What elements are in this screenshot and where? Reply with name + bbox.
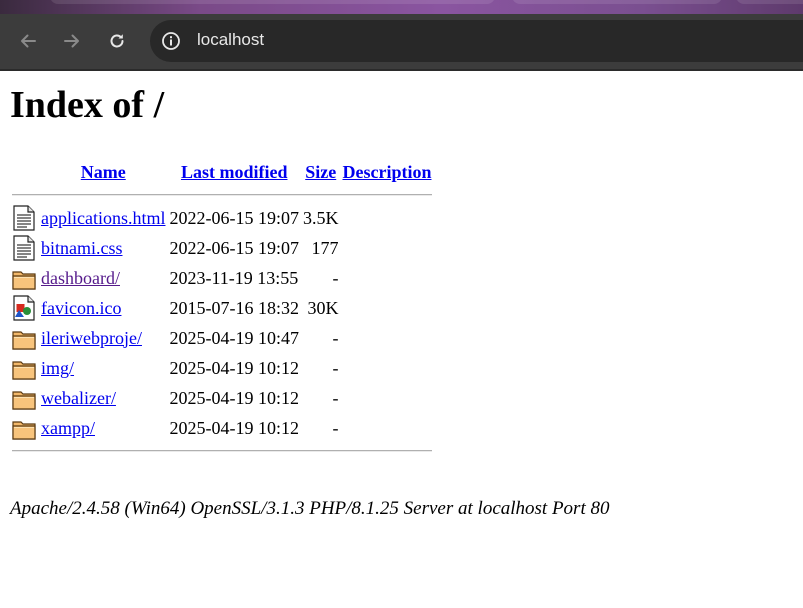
table-row: bitnami.css 2022-06-15 19:07 177 — [12, 234, 432, 262]
file-link[interactable]: dashboard/ — [41, 268, 120, 288]
table-row: dashboard/2023-11-19 13:55 - — [12, 264, 432, 292]
row-modified-cell: 2023-11-19 13:55 — [169, 267, 299, 288]
separator-row — [12, 188, 433, 202]
row-icon-cell — [12, 384, 38, 412]
reload-button[interactable] — [102, 26, 132, 56]
file-link[interactable]: xampp/ — [41, 418, 95, 438]
row-size-cell: - — [332, 417, 339, 438]
table-row: img/2025-04-19 10:12 - — [12, 354, 432, 382]
row-modified-cell: 2022-06-15 19:07 — [169, 237, 299, 258]
file-link[interactable]: img/ — [41, 358, 74, 378]
row-description-cell — [341, 234, 432, 262]
folder-icon — [12, 391, 36, 410]
row-modified-cell: 2015-07-16 18:32 — [169, 297, 299, 318]
row-size-cell: - — [332, 327, 339, 348]
row-description-cell — [341, 324, 432, 352]
row-description-cell — [341, 264, 432, 292]
row-size-cell: - — [332, 357, 339, 378]
arrow-left-icon — [21, 34, 36, 48]
text-file-icon — [13, 205, 35, 231]
row-description-cell — [341, 384, 432, 412]
image-file-icon — [13, 295, 35, 321]
file-link[interactable]: webalizer/ — [41, 388, 116, 408]
table-row: favicon.ico 2015-07-16 18:32 30K — [12, 294, 432, 322]
row-size-cell: - — [332, 387, 339, 408]
file-link[interactable]: ileriwebproje/ — [41, 328, 142, 348]
row-modified-cell: 2025-04-19 10:12 — [169, 387, 299, 408]
row-icon-cell — [12, 294, 38, 322]
info-icon[interactable] — [161, 31, 181, 51]
row-description-cell — [341, 354, 432, 382]
icon-column-header — [12, 158, 38, 186]
row-icon-cell — [12, 414, 38, 442]
row-modified-cell: 2025-04-19 10:12 — [169, 357, 299, 378]
file-link[interactable]: applications.html — [41, 208, 165, 228]
row-name-cell: favicon.ico — [40, 294, 166, 322]
divider — [12, 450, 433, 452]
server-signature: Apache/2.4.58 (Win64) OpenSSL/3.1.3 PHP/… — [10, 498, 610, 519]
browser-toolbar: localhost — [0, 14, 803, 70]
row-size-cell: 30K — [307, 297, 339, 318]
row-icon-cell — [12, 264, 38, 292]
row-icon-cell — [12, 204, 38, 232]
separator-row — [12, 444, 433, 458]
row-modified-cell: 2025-04-19 10:12 — [169, 417, 299, 438]
sort-by-modified-link[interactable]: Last modified — [181, 162, 288, 182]
row-size-cell: 3.5K — [302, 207, 339, 228]
modified-column-header: Last modified — [168, 158, 300, 186]
text-file-icon — [13, 235, 35, 261]
page-content: Index of / Name Last modified Size Descr… — [0, 71, 803, 608]
folder-icon — [12, 361, 36, 380]
file-link[interactable]: favicon.ico — [41, 298, 121, 318]
sort-by-name-link[interactable]: Name — [81, 162, 126, 182]
row-icon-cell — [12, 234, 38, 262]
table-row: xampp/2025-04-19 10:12 - — [12, 414, 432, 442]
row-name-cell: xampp/ — [40, 414, 166, 442]
folder-icon — [12, 271, 36, 290]
file-link[interactable]: bitnami.css — [41, 238, 123, 258]
divider — [12, 194, 433, 196]
row-name-cell: bitnami.css — [40, 234, 166, 262]
table-row: ileriwebproje/2025-04-19 10:47 - — [12, 324, 432, 352]
address-bar[interactable]: localhost — [150, 20, 803, 62]
sort-by-description-link[interactable]: Description — [342, 162, 431, 182]
row-name-cell: applications.html — [40, 204, 166, 232]
row-modified-cell: 2022-06-15 19:07 — [169, 207, 299, 228]
table-row: webalizer/2025-04-19 10:12 - — [12, 384, 432, 412]
row-size-cell: - — [332, 267, 339, 288]
row-modified-cell: 2025-04-19 10:47 — [169, 327, 299, 348]
reload-icon — [110, 34, 124, 48]
size-column-header: Size — [302, 158, 340, 186]
sort-by-size-link[interactable]: Size — [305, 162, 336, 182]
tab-strip — [0, 0, 803, 14]
description-column-header: Description — [341, 158, 432, 186]
folder-icon — [12, 421, 36, 440]
page-title: Index of / — [10, 84, 165, 126]
row-name-cell: img/ — [40, 354, 166, 382]
row-icon-cell — [12, 324, 38, 352]
row-name-cell: ileriwebproje/ — [40, 324, 166, 352]
row-name-cell: webalizer/ — [40, 384, 166, 412]
header-row: Name Last modified Size Description — [12, 158, 432, 186]
forward-button[interactable] — [57, 26, 87, 56]
url-text[interactable]: localhost — [197, 30, 264, 50]
row-icon-cell — [12, 354, 38, 382]
table-row: applications.html 2022-06-15 19:07 3.5K — [12, 204, 432, 232]
browser-tab[interactable] — [50, 0, 495, 4]
back-button[interactable] — [13, 26, 43, 56]
directory-listing: Name Last modified Size Description appl… — [10, 156, 434, 460]
name-column-header: Name — [40, 158, 166, 186]
browser-tab[interactable] — [512, 0, 722, 4]
row-description-cell — [341, 414, 432, 442]
arrow-right-icon — [64, 34, 79, 48]
row-description-cell — [341, 204, 432, 232]
listing-rows: applications.html 2022-06-15 19:07 3.5K bit… — [12, 204, 432, 442]
browser-tab[interactable] — [736, 0, 803, 4]
folder-icon — [12, 331, 36, 350]
row-name-cell: dashboard/ — [40, 264, 166, 292]
row-description-cell — [341, 294, 432, 322]
row-size-cell: 177 — [311, 237, 339, 258]
